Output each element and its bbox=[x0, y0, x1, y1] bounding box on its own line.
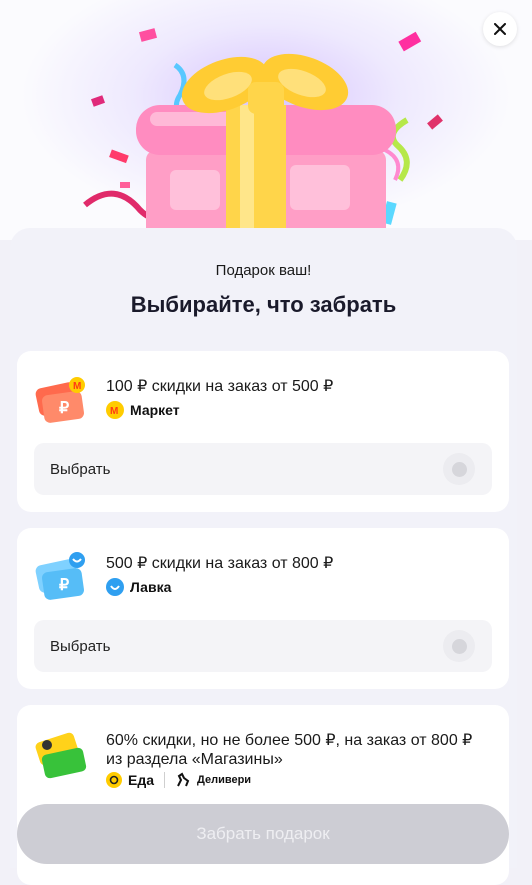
dialog-title: Выбирайте, что забрать bbox=[130, 292, 397, 317]
lavka-coupon-icon: ₽ bbox=[35, 552, 85, 600]
brand-name: Лавка bbox=[130, 579, 172, 595]
brand-name-eda: Еда bbox=[128, 772, 155, 788]
brand-name: Маркет bbox=[130, 402, 180, 418]
offer-text: 500 ₽ скидки на заказ от 800 ₽ bbox=[106, 555, 334, 572]
choose-label: Выбрать bbox=[50, 460, 111, 478]
offer-text: 100 ₽ скидки на заказ от 500 ₽ bbox=[106, 378, 334, 395]
dialog-subtitle: Подарок ваш! bbox=[215, 262, 312, 279]
lavka-logo-icon bbox=[106, 578, 124, 596]
gift-sheet: Подарок ваш! Выбирайте, что забрать ₽ М … bbox=[10, 228, 517, 885]
offer-card-lavka: ₽ 500 ₽ скидки на заказ от 800 ₽ Лавка В… bbox=[17, 528, 509, 689]
brand-name-delivery: Деливери bbox=[197, 774, 252, 786]
svg-text:₽: ₽ bbox=[59, 577, 69, 594]
offer-text: 60% скидки, но не более 500 ₽, на заказ … bbox=[106, 732, 473, 768]
eda-logo-icon bbox=[106, 772, 122, 788]
eda-coupon-icon bbox=[35, 732, 87, 779]
svg-text:₽: ₽ bbox=[59, 400, 69, 417]
gift-hero bbox=[0, 0, 532, 240]
brand-divider bbox=[164, 772, 166, 788]
brand-eda-delivery: Еда Деливери bbox=[106, 772, 251, 788]
claim-gift-button[interactable]: Забрать подарок bbox=[17, 804, 509, 864]
choose-label: Выбрать bbox=[50, 637, 111, 655]
gift-illustration bbox=[83, 28, 443, 240]
close-icon bbox=[494, 23, 506, 35]
market-logo-icon: М bbox=[106, 401, 124, 419]
close-button[interactable] bbox=[483, 12, 517, 46]
brand-lavka: Лавка bbox=[106, 578, 171, 596]
svg-text:М: М bbox=[110, 406, 118, 417]
brand-market: М Маркет bbox=[106, 401, 180, 419]
choose-option-market[interactable]: Выбрать bbox=[34, 443, 492, 495]
radio-button[interactable] bbox=[443, 453, 475, 485]
offer-card-market: ₽ М 100 ₽ скидки на заказ от 500 ₽ М Мар… bbox=[17, 351, 509, 512]
market-coupon-icon: ₽ М bbox=[35, 377, 85, 423]
choose-option-lavka[interactable]: Выбрать bbox=[34, 620, 492, 672]
svg-text:М: М bbox=[73, 381, 81, 392]
kangaroo-icon bbox=[177, 772, 190, 787]
radio-button[interactable] bbox=[443, 630, 475, 662]
